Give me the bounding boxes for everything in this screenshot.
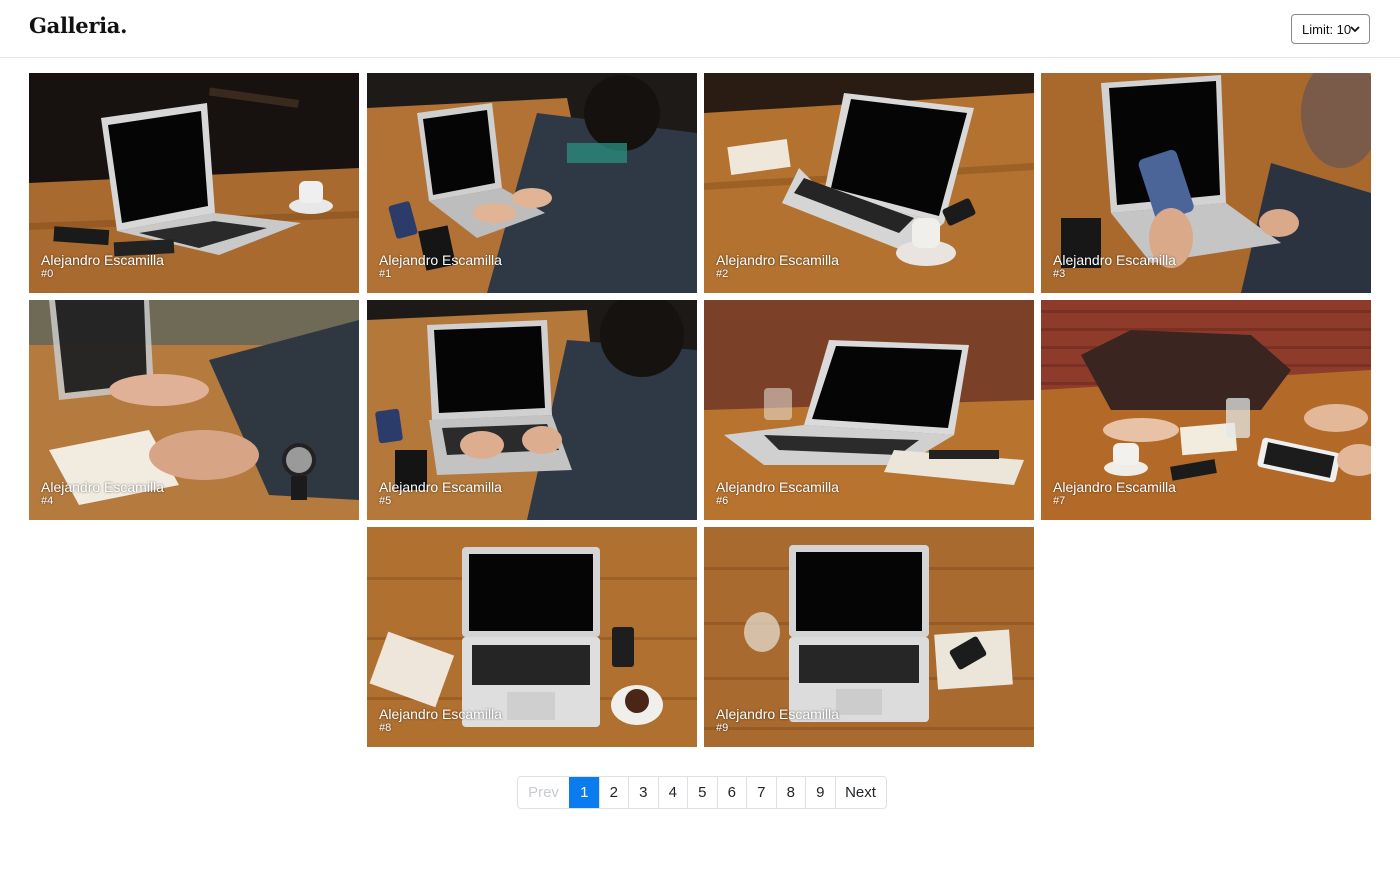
photo-card[interactable]: Alejandro Escamilla #3 [1041,73,1371,293]
photo-caption: Alejandro Escamilla #8 [379,706,502,735]
photo-number: #9 [716,722,729,734]
pagination: Prev 1 2 3 4 5 6 7 8 9 Next [517,776,887,809]
photo-number: #5 [379,495,392,507]
top-bar: Galleria. Limit: 10 [0,0,1400,58]
photo-author: Alejandro Escamilla [716,706,839,722]
page-button-9[interactable]: 9 [805,777,835,808]
photo-caption: Alejandro Escamilla #0 [41,252,164,281]
photo-author: Alejandro Escamilla [379,252,502,268]
photo-number: #8 [379,722,392,734]
photo-card[interactable]: Alejandro Escamilla #1 [367,73,697,293]
brand-logo[interactable]: Galleria. [29,13,127,38]
next-page-button[interactable]: Next [834,777,886,808]
photo-caption: Alejandro Escamilla #3 [1053,252,1176,281]
photo-caption: Alejandro Escamilla #7 [1053,479,1176,508]
page-button-5[interactable]: 5 [687,777,717,808]
page-button-8[interactable]: 8 [775,777,806,808]
limit-select-value: Limit: 10 [1302,21,1352,37]
photo-author: Alejandro Escamilla [41,252,164,268]
photo-number: #2 [716,268,729,280]
photo-number: #7 [1053,495,1066,507]
photo-card[interactable]: Alejandro Escamilla #9 [704,527,1034,747]
photo-card[interactable]: Alejandro Escamilla #0 [29,73,359,293]
photo-card[interactable]: Alejandro Escamilla #6 [704,300,1034,520]
page-button-7[interactable]: 7 [746,777,776,808]
photo-author: Alejandro Escamilla [41,479,164,495]
photo-author: Alejandro Escamilla [716,252,839,268]
prev-page-button[interactable]: Prev [518,777,569,808]
chevron-down-icon [1350,26,1360,33]
photo-caption: Alejandro Escamilla #1 [379,252,502,281]
photo-card[interactable]: Alejandro Escamilla #5 [367,300,697,520]
photo-author: Alejandro Escamilla [1053,252,1176,268]
page-button-4[interactable]: 4 [657,777,688,808]
photo-grid: Alejandro Escamilla #0 Alejandro Escamil… [29,73,1371,748]
photo-author: Alejandro Escamilla [1053,479,1176,495]
photo-author: Alejandro Escamilla [379,706,502,722]
photo-number: #3 [1053,268,1066,280]
photo-author: Alejandro Escamilla [379,479,502,495]
page-button-1[interactable]: 1 [569,777,599,808]
photo-caption: Alejandro Escamilla #5 [379,479,502,508]
photo-card[interactable]: Alejandro Escamilla #8 [367,527,697,747]
photo-card[interactable]: Alejandro Escamilla #2 [704,73,1034,293]
photo-number: #1 [379,268,392,280]
page-button-3[interactable]: 3 [628,777,658,808]
photo-card[interactable]: Alejandro Escamilla #7 [1041,300,1371,520]
photo-number: #0 [41,268,54,280]
photo-caption: Alejandro Escamilla #9 [716,706,839,735]
photo-caption: Alejandro Escamilla #4 [41,479,164,508]
photo-caption: Alejandro Escamilla #6 [716,479,839,508]
photo-card[interactable]: Alejandro Escamilla #4 [29,300,359,520]
page-button-6[interactable]: 6 [716,777,747,808]
limit-select[interactable]: Limit: 10 [1291,14,1370,44]
photo-number: #6 [716,495,729,507]
photo-caption: Alejandro Escamilla #2 [716,252,839,281]
photo-number: #4 [41,495,54,507]
page-button-2[interactable]: 2 [598,777,629,808]
photo-author: Alejandro Escamilla [716,479,839,495]
